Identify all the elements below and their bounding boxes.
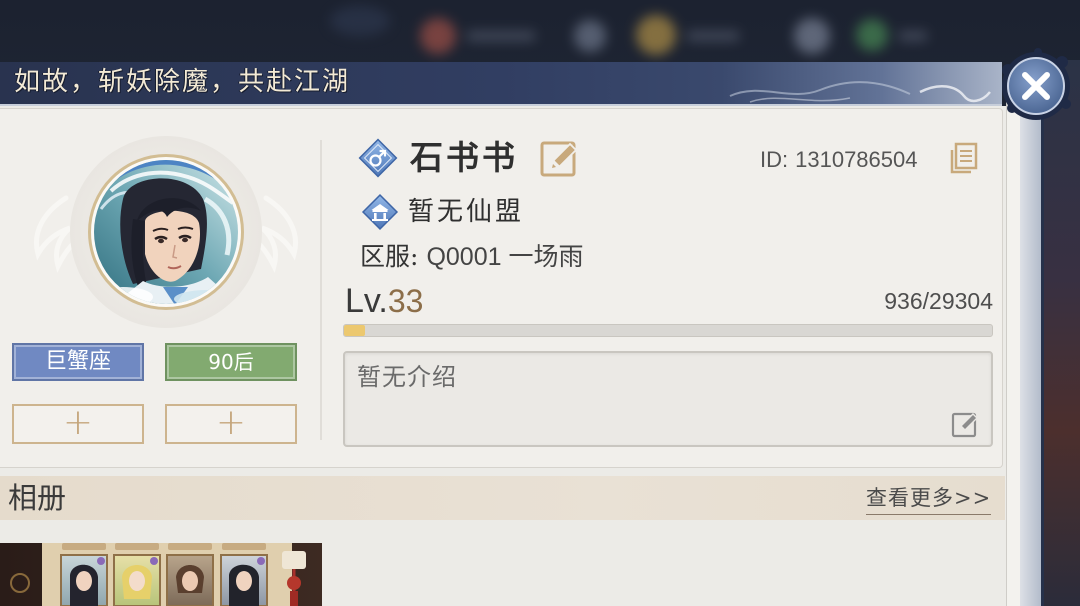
server-label: 区服: xyxy=(360,242,419,271)
exp-text: 936/29304 xyxy=(884,288,993,314)
male-icon xyxy=(358,138,398,178)
add-tag-button[interactable]: + xyxy=(165,404,297,444)
tag-zodiac[interactable]: 巨蟹座 xyxy=(12,343,144,381)
plus-icon: + xyxy=(215,402,247,443)
exp-progress-bar xyxy=(343,324,993,337)
player-id-label: ID: xyxy=(760,147,789,172)
close-button[interactable] xyxy=(998,48,1074,124)
panel-page-edge xyxy=(1006,96,1020,606)
banner-flourish-icon xyxy=(729,81,991,103)
tag-generation-label: 90后 xyxy=(208,350,254,374)
plus-icon: + xyxy=(62,402,94,443)
server-info: 区服: Q0001 一场雨 xyxy=(360,242,583,272)
motto-banner: 如故，斩妖除魔，共赴江湖 xyxy=(0,62,1002,106)
game-scene-right-strip xyxy=(1040,60,1080,606)
edit-intro-pencil-icon[interactable] xyxy=(951,409,981,439)
album-view-more-link[interactable]: 查看更多>> xyxy=(866,485,992,515)
panel-frame xyxy=(1020,100,1044,606)
album-card-2 xyxy=(113,554,161,606)
guild-icon xyxy=(361,193,399,231)
player-id-value: 1310786504 xyxy=(795,147,918,172)
tag-zodiac-label: 巨蟹座 xyxy=(44,349,111,374)
profile-screen: 如故，斩妖除魔，共赴江湖 巨蟹座 90后 + + 石书书 ID: 1310786… xyxy=(0,0,1080,606)
album-thumbnail[interactable] xyxy=(0,543,322,606)
album-header: 相册 查看更多>> xyxy=(0,476,1005,520)
guild-name: 暂无仙盟 xyxy=(408,197,525,227)
album-card-4 xyxy=(220,554,268,606)
tag-generation[interactable]: 90后 xyxy=(165,343,297,381)
server-value: Q0001 一场雨 xyxy=(426,243,584,271)
copy-icon[interactable] xyxy=(946,141,980,175)
motto-text: 如故，斩妖除魔，共赴江湖 xyxy=(14,67,351,97)
exp-progress-fill xyxy=(344,325,365,336)
level-prefix: Lv. xyxy=(345,282,388,320)
album-title: 相册 xyxy=(8,481,67,515)
intro-text: 暂无介绍 xyxy=(357,363,457,391)
add-tag-button[interactable]: + xyxy=(12,404,144,444)
edit-name-pencil-icon[interactable] xyxy=(539,137,581,179)
player-level: Lv.33 xyxy=(345,281,423,328)
player-name: 石书书 xyxy=(410,138,518,177)
section-divider xyxy=(320,140,322,440)
album-card-3 xyxy=(166,554,214,606)
album-card-1 xyxy=(60,554,108,606)
level-number: 33 xyxy=(387,283,424,319)
intro-box[interactable]: 暂无介绍 xyxy=(343,351,993,447)
player-id: ID: 1310786504 xyxy=(760,146,917,174)
avatar[interactable] xyxy=(93,159,239,305)
